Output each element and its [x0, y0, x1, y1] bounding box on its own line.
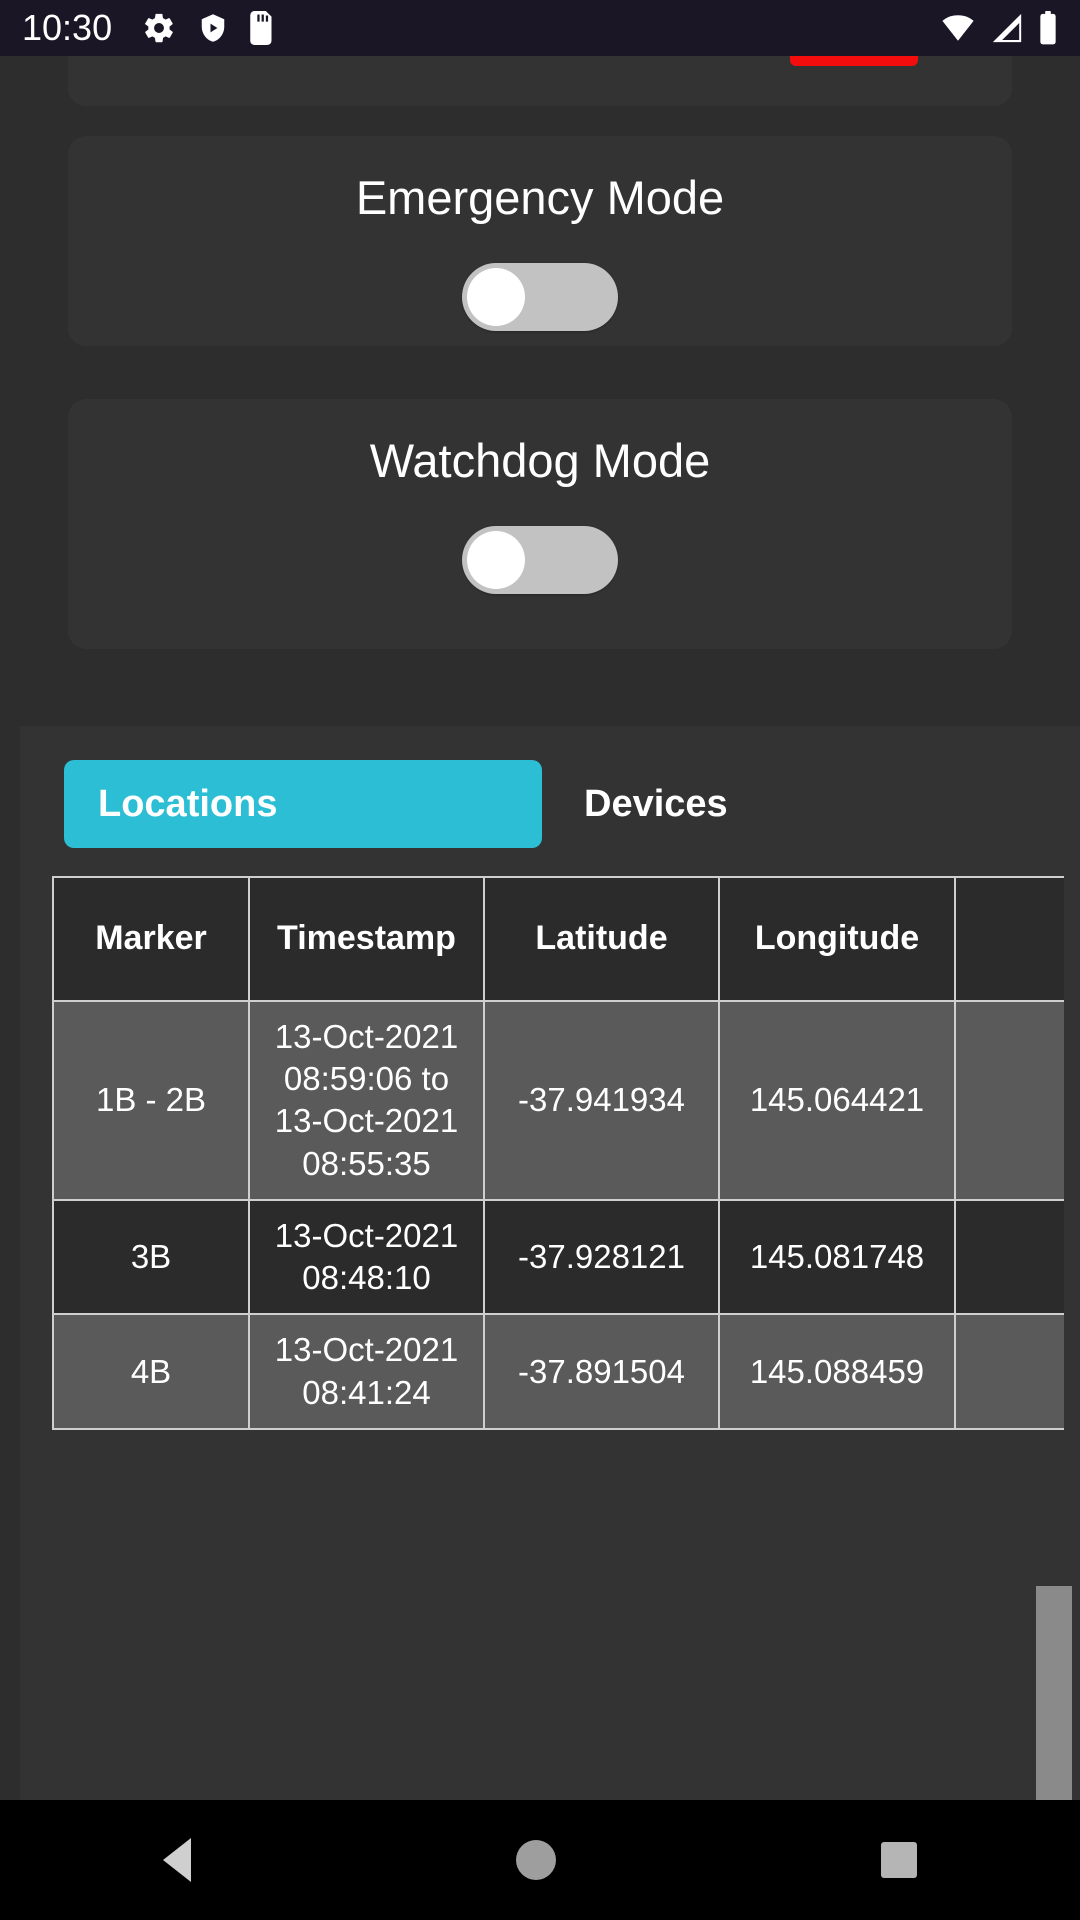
partial-card-above [68, 56, 1012, 106]
watchdog-mode-card: Watchdog Mode [68, 399, 1012, 649]
table-row[interactable]: 1B - 2B 13-Oct-2021 08:59:06 to 13-Oct-2… [52, 1000, 1064, 1201]
column-header-marker[interactable]: Marker [52, 876, 250, 1002]
cell-latitude: -37.928121 [483, 1198, 720, 1316]
column-header-extra[interactable] [954, 876, 1064, 1002]
status-left-icons [142, 11, 276, 45]
column-header-timestamp[interactable]: Timestamp [248, 876, 485, 1002]
status-right-icons [940, 11, 1058, 45]
watchdog-mode-toggle-wrap [68, 526, 1012, 594]
emergency-mode-title: Emergency Mode [355, 171, 725, 224]
emergency-mode-toggle[interactable] [462, 263, 618, 331]
cell-longitude: 145.088459 [718, 1313, 956, 1430]
panel-tabs: Locations Devices [64, 760, 728, 848]
cell-marker: 3B [52, 1198, 250, 1316]
android-nav-bar [0, 1800, 1080, 1920]
table-header-row: Marker Timestamp Latitude Longitude [52, 876, 1064, 1002]
cell-latitude: -37.891504 [483, 1313, 720, 1430]
status-clock: 10:30 [22, 7, 113, 48]
column-header-longitude[interactable]: Longitude [718, 876, 956, 1002]
table-row[interactable]: 3B 13-Oct-2021 08:48:10 -37.928121 145.0… [52, 1198, 1064, 1316]
gear-icon [144, 13, 173, 43]
tab-locations-label: Locations [98, 782, 278, 825]
cell-latitude: -37.941934 [483, 1000, 720, 1201]
cell-longitude: 145.081748 [718, 1198, 956, 1316]
cellular-signal-icon [992, 13, 1022, 43]
cell-marker: 1B - 2B [52, 1000, 250, 1201]
battery-icon [1040, 11, 1056, 45]
emergency-mode-card: Emergency Mode [68, 136, 1012, 346]
cell-marker: 4B [52, 1313, 250, 1430]
table-header: Marker Timestamp Latitude Longitude [52, 876, 1064, 1002]
column-header-latitude[interactable]: Latitude [483, 876, 720, 1002]
shield-play-icon [201, 14, 225, 42]
emergency-mode-toggle-wrap [68, 263, 1012, 331]
watchdog-mode-title: Watchdog Mode [369, 434, 711, 487]
cell-extra [954, 1198, 1064, 1316]
tab-locations[interactable]: Locations [64, 760, 542, 848]
cell-extra [954, 1313, 1064, 1430]
back-nav-button[interactable] [162, 1838, 191, 1882]
toggle-thumb [467, 268, 525, 326]
toggle-thumb [467, 531, 525, 589]
locations-table-scroll-area[interactable]: Marker Timestamp Latitude Longitude 1B -… [52, 876, 1064, 1776]
locations-table: Marker Timestamp Latitude Longitude 1B -… [52, 876, 1064, 1430]
red-action-button-partial[interactable] [790, 56, 918, 66]
recents-nav-button[interactable] [881, 1842, 918, 1878]
tab-devices[interactable]: Devices [542, 760, 728, 848]
table-row[interactable]: 4B 13-Oct-2021 08:41:24 -37.891504 145.0… [52, 1313, 1064, 1430]
cell-timestamp: 13-Oct-2021 08:41:24 [248, 1313, 485, 1430]
wifi-icon [942, 15, 974, 41]
cell-extra [954, 1000, 1064, 1201]
table-body: 1B - 2B 13-Oct-2021 08:59:06 to 13-Oct-2… [52, 1000, 1064, 1430]
watchdog-mode-toggle[interactable] [462, 526, 618, 594]
app-screen: Emergency Mode Watchdog Mode Locations D… [0, 56, 1080, 1856]
status-bar: 10:30 [0, 0, 1080, 56]
tab-devices-label: Devices [584, 782, 728, 825]
cell-longitude: 145.064421 [718, 1000, 956, 1201]
cell-timestamp: 13-Oct-2021 08:59:06 to 13-Oct-2021 08:5… [248, 1000, 485, 1201]
data-panel: Locations Devices Marker Timestamp Latit… [20, 726, 1080, 1856]
cell-timestamp: 13-Oct-2021 08:48:10 [248, 1198, 485, 1316]
sd-card-icon [250, 11, 272, 45]
home-nav-button[interactable] [515, 1840, 556, 1880]
